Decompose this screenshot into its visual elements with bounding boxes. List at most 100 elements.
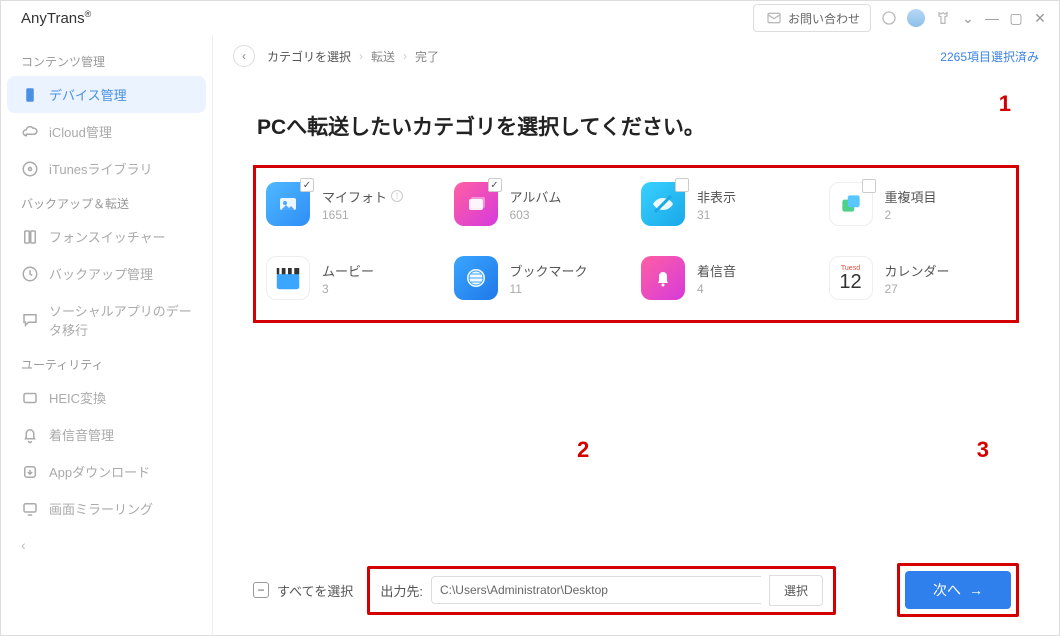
category-count: 11 [510,282,588,296]
select-all-checkbox[interactable]: − すべてを選択 [253,581,353,600]
sidebar-item-itunes[interactable]: iTunesライブラリ [7,150,206,187]
select-all-label: すべてを選択 [277,581,353,600]
sidebar-item-label: iCloud管理 [49,122,112,141]
output-destination-group: 出力先: 選択 [367,566,836,615]
sidebar-item-label: 画面ミラーリング [49,499,153,518]
category-movies[interactable]: ムービー 3 [266,256,444,300]
sidebar-item-backupmgr[interactable]: バックアップ管理 [7,255,206,292]
sidebar-item-label: iTunesライブラリ [49,159,153,178]
checkbox-icon[interactable]: ✓ [300,178,314,192]
next-button[interactable]: 次へ → [905,571,1011,609]
app-title: AnyTrans® [21,9,91,27]
dropdown-button[interactable]: ⌄ [959,10,977,27]
category-count: 603 [510,208,562,222]
sidebar-item-label: 着信音管理 [49,425,114,444]
mail-icon [764,8,784,28]
back-button[interactable]: ‹ [233,45,255,67]
category-label: 着信音 [697,261,736,280]
category-count: 27 [885,282,950,296]
bell-icon [21,426,39,444]
sidebar: コンテンツ管理 デバイス管理 iCloud管理 iTunesライブラリ バックア… [1,35,213,635]
sidebar-item-phoneswitcher[interactable]: フォンスイッチャー [7,218,206,255]
sidebar-item-label: ソーシャルアプリのデータ移行 [49,301,192,339]
sidebar-item-mirror[interactable]: 画面ミラーリング [7,490,206,527]
sidebar-item-heic[interactable]: HEIC変換 [7,379,206,416]
contact-button[interactable]: お問い合わせ [753,4,871,32]
sidebar-item-label: バックアップ管理 [49,264,153,283]
calendar-icon: Tuesd 12 [829,256,873,300]
category-label: 重複項目 [885,187,937,206]
browse-button[interactable]: 選択 [769,575,823,606]
category-grid: ✓ マイフォト! 1651 ✓ アルバム 603 [253,165,1019,323]
checkbox-icon[interactable]: ✓ [862,179,876,193]
breadcrumb-step2: 転送 [371,48,395,65]
download-icon [21,463,39,481]
checkbox-icon[interactable]: ✓ [675,178,689,192]
next-button-wrapper: 次へ → [897,563,1019,617]
page-title: PCへ転送したいカテゴリを選択してください。 [257,111,1019,141]
category-label: マイフォト [322,187,387,206]
ringtone-icon [641,256,685,300]
selected-count: 2265項目選択済み [940,48,1039,65]
switch-icon [21,228,39,246]
sidebar-group-content: コンテンツ管理 [7,45,206,76]
category-hidden[interactable]: ✓ 非表示 31 [641,182,819,226]
bookmark-icon [454,256,498,300]
breadcrumb-sep: › [359,49,363,63]
hidden-icon: ✓ [641,182,685,226]
category-duplicates[interactable]: ✓ 重複項目 2 [829,182,1007,226]
output-path-input[interactable] [431,576,761,604]
calendar-day: 12 [839,272,861,292]
registered-mark: ® [85,9,92,19]
sidebar-group-backup: バックアップ＆転送 [7,187,206,218]
photo-icon: ✓ [266,182,310,226]
sidebar-item-social[interactable]: ソーシャルアプリのデータ移行 [7,292,206,348]
maximize-button[interactable]: ▢ [1007,10,1025,27]
device-icon [21,86,39,104]
category-count: 4 [697,282,736,296]
category-bookmarks[interactable]: ブックマーク 11 [454,256,632,300]
arrow-right-icon: → [969,582,983,598]
checkbox-icon[interactable]: ✓ [488,178,502,192]
sidebar-item-label: Appダウンロード [49,462,150,481]
avatar[interactable] [907,9,925,27]
shirt-icon[interactable] [933,8,953,28]
checkbox-indeterminate-icon: − [253,582,269,598]
category-albums[interactable]: ✓ アルバム 603 [454,182,632,226]
info-icon[interactable]: ! [391,190,403,202]
close-button[interactable]: ✕ [1031,10,1049,27]
collapse-sidebar-button[interactable]: ‹ [7,527,206,563]
breadcrumb-step3: 完了 [415,48,439,65]
sidebar-item-ringtone[interactable]: 着信音管理 [7,416,206,453]
sidebar-item-icloud[interactable]: iCloud管理 [7,113,206,150]
breadcrumb: ‹ カテゴリを選択 › 転送 › 完了 2265項目選択済み [213,35,1059,77]
sidebar-item-label: デバイス管理 [49,85,127,104]
category-label: アルバム [510,187,562,206]
bell-icon[interactable] [879,8,899,28]
cloud-icon [21,123,39,141]
category-label: ブックマーク [510,261,588,280]
category-my-photos[interactable]: ✓ マイフォト! 1651 [266,182,444,226]
minimize-button[interactable]: — [983,10,1001,26]
movie-icon [266,256,310,300]
breadcrumb-step1: カテゴリを選択 [267,48,351,65]
disc-icon [21,160,39,178]
category-label: 非表示 [697,187,736,206]
sidebar-item-device[interactable]: デバイス管理 [7,76,206,113]
next-label: 次へ [933,580,961,600]
output-label: 出力先: [380,581,423,600]
category-label: ムービー [322,261,374,280]
annotation-2: 2 [577,437,589,463]
category-count: 3 [322,282,374,296]
category-count: 1651 [322,208,403,222]
heic-icon [21,389,39,407]
category-calendar[interactable]: Tuesd 12 カレンダー 27 [829,256,1007,300]
annotation-1: 1 [999,91,1011,117]
sidebar-item-label: HEIC変換 [49,388,106,407]
sidebar-item-label: フォンスイッチャー [49,227,166,246]
sidebar-item-appdl[interactable]: Appダウンロード [7,453,206,490]
category-ringtones[interactable]: 着信音 4 [641,256,819,300]
history-icon [21,265,39,283]
contact-label: お問い合わせ [788,10,860,27]
duplicate-icon: ✓ [829,182,873,226]
